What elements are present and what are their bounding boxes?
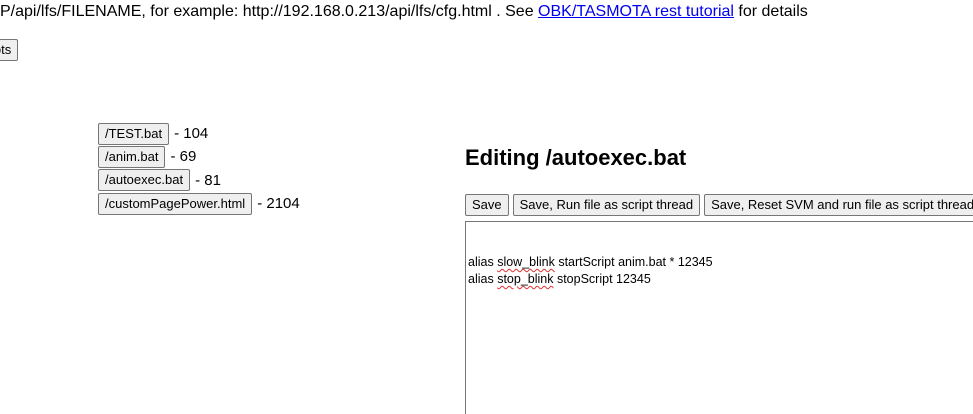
- file-row: /autoexec.bat - 81: [98, 169, 300, 192]
- file-row: /customPagePower.html - 2104: [98, 192, 300, 215]
- file-size: - 2104: [257, 195, 300, 213]
- save-reset-run-button[interactable]: Save, Reset SVM and run file as script t…: [704, 194, 973, 216]
- save-run-button[interactable]: Save, Run file as script thread: [512, 194, 701, 216]
- api-info-text: P/api/lfs/FILENAME, for example: http://…: [0, 3, 539, 20]
- api-info-suffix: for details: [733, 3, 808, 20]
- spellcheck-word: slow_blink: [497, 255, 555, 269]
- script-editor-textarea[interactable]: alias slow_blink startScript anim.bat * …: [465, 221, 973, 414]
- file-size: - 69: [170, 148, 197, 166]
- file-size: - 81: [195, 171, 221, 189]
- save-button[interactable]: Save: [465, 194, 509, 216]
- page: P/api/lfs/FILENAME, for example: http://…: [0, 0, 973, 414]
- file-button-custompagepower-html[interactable]: /customPagePower.html: [98, 192, 253, 215]
- editor-toolbar: Save Save, Run file as script thread Sav…: [465, 194, 973, 216]
- file-row: /TEST.bat - 104: [98, 122, 300, 145]
- editor-line: alias slow_blink startScript anim.bat * …: [468, 255, 713, 269]
- file-list: /TEST.bat - 104 /anim.bat - 69 /autoexec…: [98, 122, 300, 215]
- editor-title: Editing /autoexec.bat: [465, 145, 687, 170]
- spellcheck-word: stop_blink: [497, 272, 554, 286]
- file-button-autoexec-bat[interactable]: /autoexec.bat: [98, 169, 191, 192]
- file-size: - 104: [174, 125, 209, 143]
- file-row: /anim.bat - 69: [98, 145, 300, 168]
- api-info-line: P/api/lfs/FILENAME, for example: http://…: [0, 3, 808, 21]
- editor-line: alias stop_blink stopScript 12345: [468, 272, 651, 286]
- scripts-button[interactable]: ipts: [0, 39, 19, 61]
- file-button-anim-bat[interactable]: /anim.bat: [98, 145, 166, 168]
- file-button-test-bat[interactable]: /TEST.bat: [98, 122, 170, 145]
- rest-tutorial-link[interactable]: OBK/TASMOTA rest tutorial: [538, 3, 734, 20]
